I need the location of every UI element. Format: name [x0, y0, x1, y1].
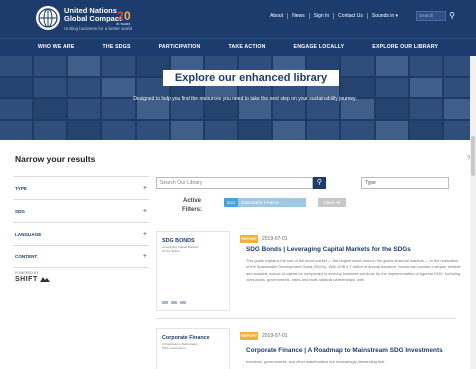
mountain-icon: [40, 277, 51, 283]
powered-by-label: POWERED BY: [15, 271, 39, 275]
plus-icon[interactable]: +: [143, 231, 147, 238]
result-title-link[interactable]: SDG Bonds | Leveraging Capital Markets f…: [246, 246, 411, 253]
thumbnail-logos: [162, 301, 186, 304]
anniversary-label: 20 YEARS: [116, 22, 131, 26]
nav-who-we-are[interactable]: WHO WE ARE: [24, 39, 89, 56]
library-search-button[interactable]: ⚲: [313, 177, 326, 189]
active-filters-label: Active Filters:: [175, 197, 209, 215]
page-scrollbar[interactable]: [470, 56, 476, 369]
result-date: 2019-07-01: [262, 333, 288, 339]
filter-sdg[interactable]: SDG +: [13, 199, 149, 222]
result-type-badge: REPORT: [240, 332, 258, 340]
language-selector[interactable]: Sounds in ▾: [368, 13, 402, 19]
shift-logo[interactable]: SHIFT: [15, 276, 51, 283]
hero-title: Explore our enhanced library: [163, 70, 339, 86]
hero-subtitle: Designed to help you find the resources …: [133, 96, 357, 102]
result-title-link[interactable]: Corporate Finance | A Roadmap to Mainstr…: [246, 347, 443, 354]
filter-list: TYPE + SDG + LANGUAGE + CONTENT +: [13, 176, 149, 268]
main-nav: WHO WE ARE THE SDGS PARTICIPATION TAKE A…: [0, 38, 476, 56]
filter-chip-sustainable-finance[interactable]: Sustainable Finance: [238, 198, 306, 207]
thumbnail-title: SDG BONDS: [162, 238, 195, 244]
top-link-sign-in[interactable]: Sign In: [310, 13, 335, 19]
sort-select[interactable]: Type: [361, 177, 449, 189]
result-thumbnail[interactable]: SDG BONDS Leveraging Capital Markets for…: [156, 231, 230, 311]
plus-icon[interactable]: +: [143, 185, 147, 192]
nav-take-action[interactable]: TAKE ACTION: [214, 39, 279, 56]
filter-language-label: LANGUAGE: [15, 231, 42, 237]
thumbnail-title: Corporate Finance: [162, 335, 210, 341]
clear-all-button[interactable]: Clear All: [318, 198, 346, 207]
filter-type[interactable]: TYPE +: [13, 176, 149, 199]
thumbnail-subtitle: Leveraging Capital Markets for the SDGs: [162, 245, 199, 253]
plus-icon[interactable]: +: [143, 253, 147, 260]
page: United Nations Global Compact Uniting bu…: [0, 0, 476, 369]
filter-chip-tag: SDG: [224, 198, 238, 207]
thumbnail-subtitle: A Roadmap to Mainstream SDG Investments: [162, 342, 198, 350]
site-search-input[interactable]: Search: [416, 11, 446, 21]
result-description: Investors, governments, and other stakeh…: [246, 359, 385, 364]
search-icon[interactable]: ⚲: [447, 11, 457, 21]
un-globe-logo[interactable]: [36, 6, 60, 30]
filter-language[interactable]: LANGUAGE +: [13, 222, 149, 245]
filter-content-label: CONTENT: [15, 254, 38, 259]
top-bar: United Nations Global Compact Uniting bu…: [0, 0, 476, 38]
active-filters-text: Active Filters:: [181, 198, 202, 213]
nav-engage-locally[interactable]: ENGAGE LOCALLY: [280, 39, 359, 56]
nav-the-sdgs[interactable]: THE SDGS: [89, 39, 145, 56]
scrollbar-thumb[interactable]: [471, 136, 475, 176]
narrow-results-title: Narrow your results: [15, 154, 96, 164]
hero-banner: Explore our enhanced library Designed to…: [0, 56, 476, 140]
top-link-about[interactable]: About: [266, 13, 289, 19]
result-date: 2019-07-01: [262, 236, 288, 242]
result-description: This guide explains the role of the bond…: [246, 258, 461, 283]
nav-participation[interactable]: PARTICIPATION: [145, 39, 215, 56]
svg-text:0: 0: [124, 9, 131, 23]
globe-icon: [38, 8, 58, 28]
shift-logo-text: SHIFT: [15, 276, 38, 283]
filter-content[interactable]: CONTENT +: [13, 245, 149, 268]
top-links: About News Sign In Contact Us Sounds in …: [266, 13, 402, 19]
svg-text:2: 2: [117, 9, 124, 23]
result-divider: [156, 318, 456, 319]
plus-icon[interactable]: +: [143, 208, 147, 215]
result-thumbnail[interactable]: Corporate Finance A Roadmap to Mainstrea…: [156, 328, 230, 369]
filter-type-label: TYPE: [15, 185, 27, 191]
result-type-badge: REPORT: [240, 235, 258, 243]
search-icon: ⚲: [316, 179, 323, 186]
top-link-contact-us[interactable]: Contact Us: [334, 13, 368, 19]
library-search-input[interactable]: Search Our Library: [156, 177, 313, 189]
filter-sdg-label: SDG: [15, 208, 25, 214]
anniversary-badge: 2 0 20 YEARS: [116, 7, 134, 29]
top-link-news[interactable]: News: [288, 13, 310, 19]
sort-select-value: Type: [365, 180, 376, 186]
nav-explore-our-library[interactable]: EXPLORE OUR LIBRARY: [358, 39, 452, 56]
